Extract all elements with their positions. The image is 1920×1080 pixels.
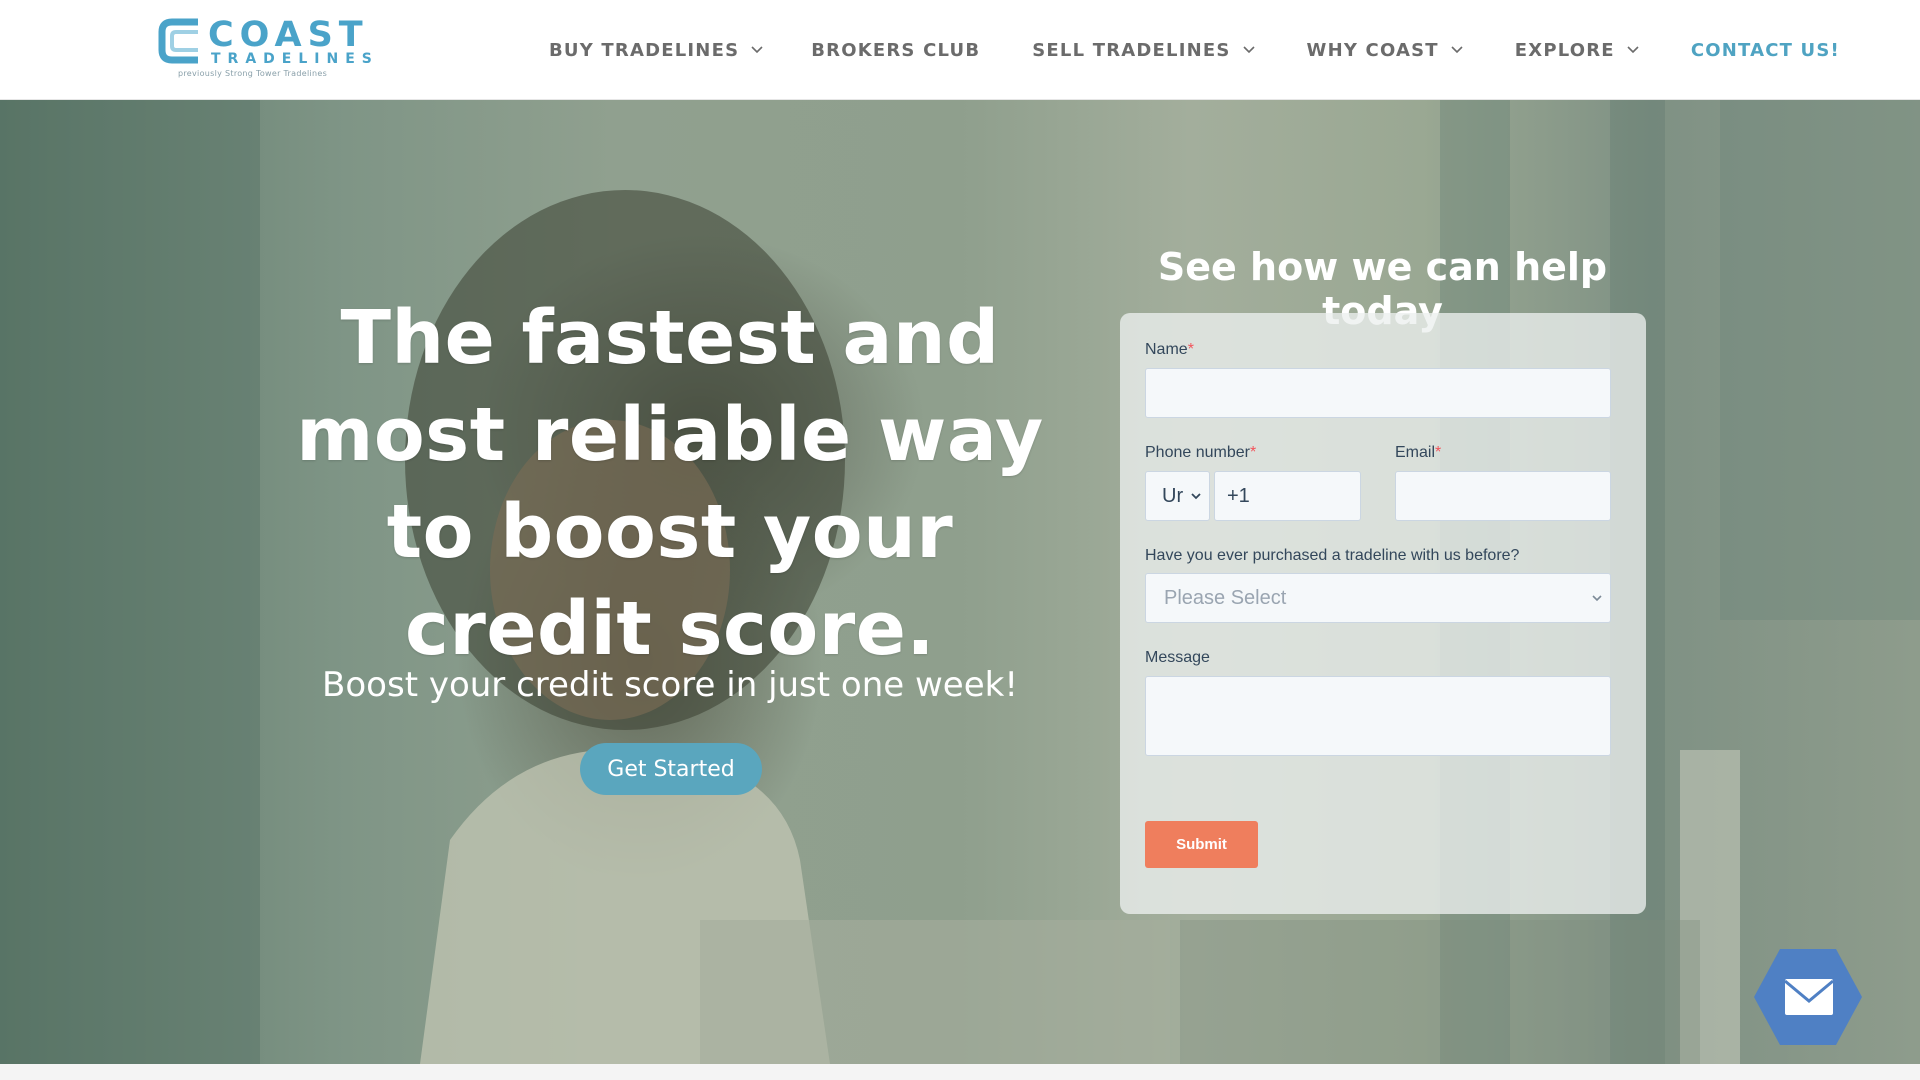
chevron-down-icon (1592, 595, 1602, 602)
nav-contact-us[interactable]: CONTACT US! (1691, 40, 1840, 61)
get-started-button[interactable]: Get Started (580, 743, 762, 795)
hero-content: The fastest and most reliable way to boo… (0, 100, 1920, 1064)
message-textarea[interactable] (1145, 676, 1611, 756)
logo-subword: TRADELINES (211, 51, 379, 67)
name-label: Name* (1145, 341, 1194, 359)
envelope-icon (1754, 949, 1862, 1045)
email-label-text: Email (1395, 444, 1436, 461)
email-label: Email* (1395, 444, 1441, 462)
logo-c-mark-icon (158, 18, 198, 64)
chevron-down-icon (1451, 46, 1463, 54)
chevron-down-icon (1627, 46, 1639, 54)
country-code-select[interactable]: Ur (1145, 471, 1210, 521)
nav-label: SELL TRADELINES (1032, 39, 1231, 61)
required-mark: * (1249, 444, 1257, 461)
required-mark: * (1435, 444, 1442, 461)
nav-label: EXPLORE (1514, 39, 1615, 61)
coast-logo[interactable]: COAST TRADELINES previously Strong Tower… (158, 16, 372, 84)
nav-label: WHY COAST (1306, 39, 1439, 61)
email-input[interactable] (1395, 471, 1611, 521)
contact-form: Name* Phone number* Ur +1 Email* Have yo… (1120, 313, 1646, 914)
purchased-select-value: Please Select (1164, 586, 1287, 609)
logo-wordmark: COAST (208, 15, 369, 55)
chevron-down-icon (1242, 46, 1255, 54)
hero-subheadline: Boost your credit score in just one week… (322, 665, 1018, 705)
purchased-select[interactable]: Please Select (1145, 573, 1611, 623)
name-label-text: Name (1145, 341, 1188, 358)
nav-brokers-club[interactable]: BROKERS CLUB (811, 40, 980, 61)
submit-button[interactable]: Submit (1145, 821, 1258, 868)
nav-buy-tradelines[interactable]: BUY TRADELINES (549, 40, 763, 61)
hero-headline: The fastest and most reliable way to boo… (296, 295, 1044, 672)
country-code-value: Ur (1162, 484, 1184, 507)
nav-label: CONTACT US! (1690, 39, 1840, 61)
message-label: Message (1145, 649, 1210, 666)
nav-label: BROKERS CLUB (811, 39, 981, 61)
nav-label: BUY TRADELINES (549, 39, 740, 61)
logo-tagline: previously Strong Tower Tradelines (178, 69, 328, 78)
required-mark: * (1187, 341, 1194, 358)
site-header: COAST TRADELINES previously Strong Tower… (0, 0, 1920, 100)
page-bottom-strip (0, 1064, 1920, 1080)
phone-input[interactable]: +1 (1214, 471, 1361, 521)
chat-widget-button[interactable] (1752, 947, 1864, 1047)
nav-why-coast[interactable]: WHY COAST (1307, 40, 1463, 61)
phone-label: Phone number* (1145, 444, 1256, 462)
phone-label-text: Phone number (1145, 444, 1250, 461)
nav-explore[interactable]: EXPLORE (1515, 40, 1639, 61)
main-nav: BUY TRADELINES BROKERS CLUB SELL TRADELI… (549, 0, 1840, 100)
purchased-question-label: Have you ever purchased a tradeline with… (1145, 547, 1520, 564)
hero-section: The fastest and most reliable way to boo… (0, 100, 1920, 1064)
chevron-down-icon (751, 46, 763, 54)
nav-sell-tradelines[interactable]: SELL TRADELINES (1032, 39, 1255, 61)
chevron-down-icon (1191, 493, 1201, 500)
name-input[interactable] (1145, 368, 1611, 418)
